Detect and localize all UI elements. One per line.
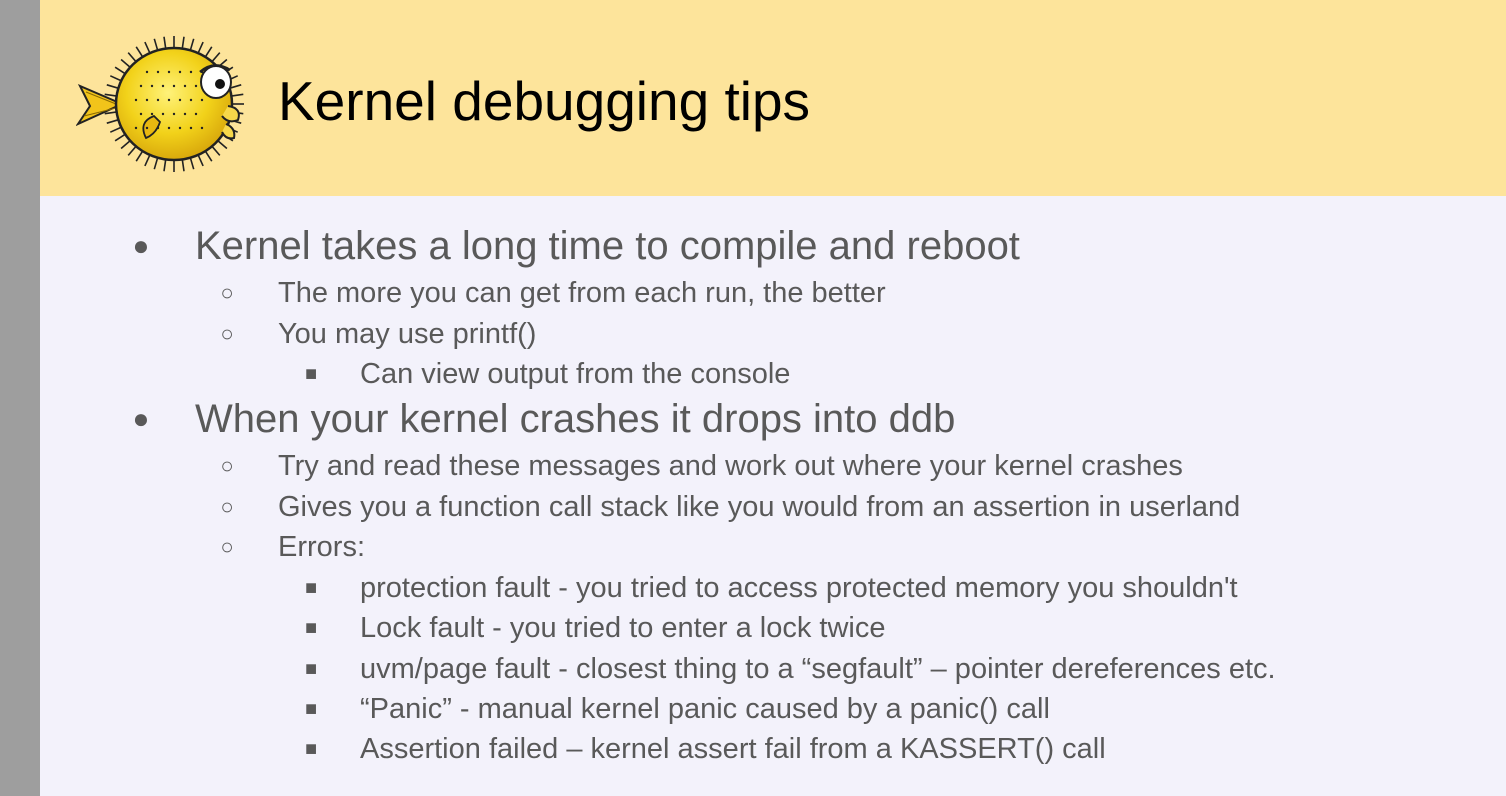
bullet-text: protection fault - you tried to access p…: [360, 572, 1238, 604]
bullet-text: Try and read these messages and work out…: [278, 450, 1183, 482]
hollow-circle-bullet-icon: ○: [220, 534, 234, 559]
bullet-text: uvm/page fault - closest thing to a “seg…: [360, 653, 1276, 685]
hollow-circle-bullet-icon: ○: [220, 453, 234, 478]
square-bullet-icon: ■: [304, 617, 318, 639]
square-bullet-icon: ■: [304, 658, 318, 680]
square-bullet-icon: ■: [304, 577, 318, 599]
filled-circle-bullet-icon: ●: [132, 230, 150, 261]
bullet-text: “Panic” - manual kernel panic caused by …: [360, 693, 1050, 725]
bullet-text: Assertion failed – kernel assert fail fr…: [360, 733, 1106, 765]
hollow-circle-bullet-icon: ○: [220, 280, 234, 305]
bullet-text: When your kernel crashes it drops into d…: [195, 397, 956, 441]
bullet-text: Lock fault - you tried to enter a lock t…: [360, 612, 886, 644]
hollow-circle-bullet-icon: ○: [220, 321, 234, 346]
slide: Kernel debugging tips ● Kernel takes a l…: [0, 0, 1506, 796]
square-bullet-icon: ■: [304, 363, 318, 385]
square-bullet-icon: ■: [304, 738, 318, 760]
bullet-text: Gives you a function call stack like you…: [278, 491, 1241, 523]
bullet-text: Can view output from the console: [360, 358, 791, 390]
bullet-text: The more you can get from each run, the …: [278, 277, 886, 309]
bullet-text: Kernel takes a long time to compile and …: [195, 224, 1020, 268]
bullet-text: You may use printf(): [278, 318, 537, 350]
slide-header: Kernel debugging tips: [40, 0, 1506, 196]
pufferfish-logo-icon: [76, 36, 244, 172]
left-sidebar-bar: [0, 0, 40, 796]
slide-title: Kernel debugging tips: [278, 70, 811, 132]
square-bullet-icon: ■: [304, 698, 318, 720]
hollow-circle-bullet-icon: ○: [220, 494, 234, 519]
filled-circle-bullet-icon: ●: [132, 403, 150, 434]
bullet-text: Errors:: [278, 531, 365, 563]
slide-content: ● Kernel takes a long time to compile an…: [40, 196, 1506, 796]
